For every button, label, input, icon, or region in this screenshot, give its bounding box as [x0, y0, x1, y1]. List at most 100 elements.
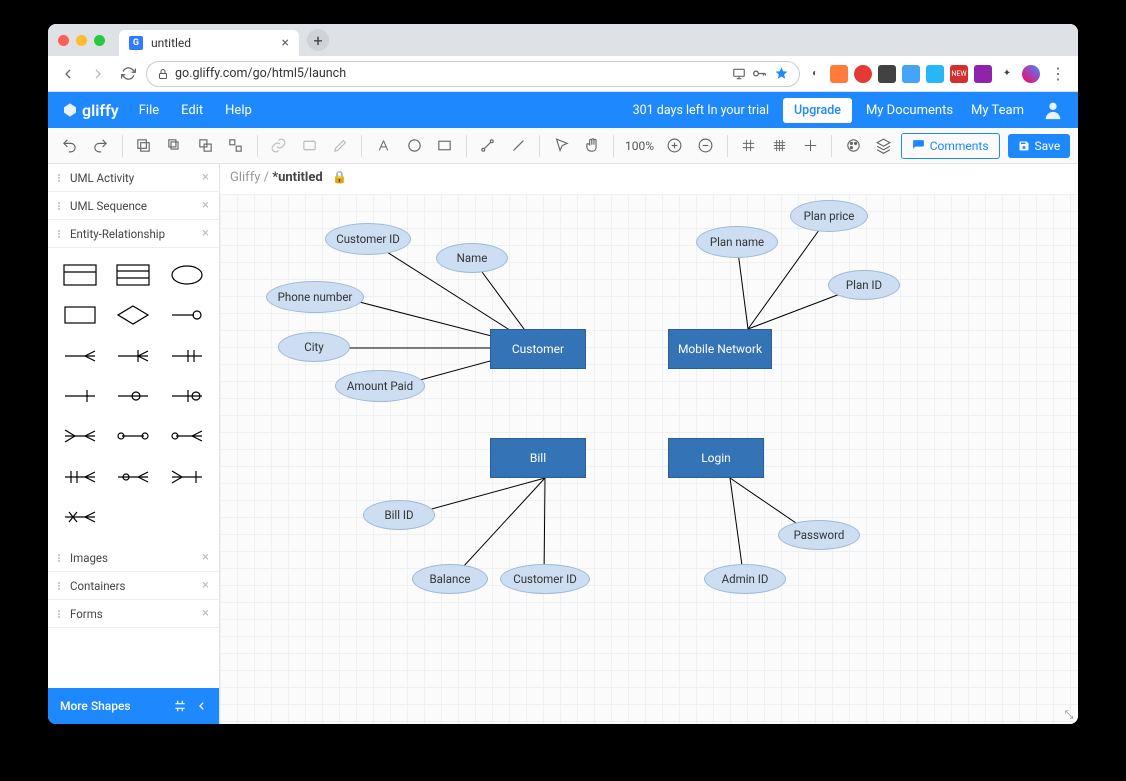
attr-customer-id2[interactable]: Customer ID [500, 564, 590, 594]
attr-plan-id[interactable]: Plan ID [828, 270, 900, 300]
close-icon[interactable]: × [202, 226, 209, 241]
pointer-tool[interactable] [547, 132, 575, 160]
zoom-out-button[interactable] [692, 132, 720, 160]
link-button[interactable] [265, 132, 293, 160]
ext-icon-2[interactable] [854, 65, 872, 83]
tab-close-icon[interactable]: × [282, 35, 289, 51]
sidebar-section-er[interactable]: Entity-Relationship× [48, 220, 219, 248]
sidebar-section-forms[interactable]: Forms× [48, 600, 219, 628]
rect-tool[interactable] [431, 132, 459, 160]
menu-file[interactable]: File [139, 103, 159, 118]
close-icon[interactable]: × [202, 606, 209, 621]
avatar-icon[interactable] [1022, 65, 1040, 83]
attr-amount-paid[interactable]: Amount Paid [335, 370, 425, 402]
entity-login[interactable]: Login [668, 438, 764, 478]
attr-admin-id[interactable]: Admin ID [704, 564, 786, 594]
menu-help[interactable]: Help [225, 103, 252, 118]
shape-dbl-crow[interactable] [54, 419, 106, 453]
shape-circ2[interactable] [161, 379, 213, 413]
close-icon[interactable]: × [202, 550, 209, 565]
sidebar-section-images[interactable]: Images× [48, 544, 219, 572]
gliffy-logo[interactable]: gliffy [62, 101, 119, 120]
puzzle-icon[interactable]: ✦ [998, 65, 1016, 83]
sidebar-section-containers[interactable]: Containers× [48, 572, 219, 600]
maximize-window-icon[interactable] [94, 35, 105, 46]
grid-small-button[interactable] [735, 132, 763, 160]
layers-button[interactable] [870, 132, 898, 160]
star-icon[interactable] [774, 66, 789, 81]
save-button[interactable]: Save [1008, 134, 1071, 158]
zoom-level[interactable]: 100% [621, 139, 658, 153]
forward-button[interactable] [86, 62, 110, 86]
close-window-icon[interactable] [58, 35, 69, 46]
shape-multi2[interactable] [108, 459, 160, 493]
undo-button[interactable] [56, 132, 84, 160]
menu-edit[interactable]: Edit [181, 103, 203, 118]
shape-x-crow[interactable] [54, 500, 106, 534]
reload-button[interactable] [116, 62, 140, 86]
shape-circ-bar[interactable] [108, 379, 160, 413]
attr-name[interactable]: Name [436, 243, 508, 273]
sidebar-section-uml-sequence[interactable]: UML Sequence× [48, 192, 219, 220]
my-team-link[interactable]: My Team [971, 103, 1024, 118]
scroll-corner-icon[interactable]: ⤡ [1062, 708, 1076, 722]
ellipse-tool[interactable] [400, 132, 428, 160]
shape-crow3[interactable] [161, 339, 213, 373]
text-tool[interactable] [369, 132, 397, 160]
attr-plan-price[interactable]: Plan price [790, 200, 868, 232]
back-button-layer[interactable] [191, 132, 219, 160]
user-icon[interactable] [1042, 99, 1064, 121]
copy-button[interactable] [130, 132, 158, 160]
shape-crow1[interactable] [54, 339, 106, 373]
ext-icon-1[interactable] [830, 65, 848, 83]
ext-icon-3[interactable] [878, 65, 896, 83]
shape-multi3[interactable] [161, 459, 213, 493]
canvas-grid[interactable]: Customer Mobile Network Bill Login Custo… [220, 194, 1078, 724]
edit-button[interactable] [327, 132, 355, 160]
attr-balance[interactable]: Balance [412, 564, 488, 594]
ext-new-icon[interactable]: NEW [950, 65, 968, 83]
more-shapes-button[interactable]: More Shapes [48, 688, 219, 724]
key-icon[interactable] [752, 68, 768, 79]
address-bar[interactable]: go.gliffy.com/go/html5/launch [146, 61, 800, 87]
ext-icon-4[interactable] [902, 65, 920, 83]
moon-icon[interactable]: ◐ [806, 65, 824, 83]
close-icon[interactable]: × [202, 198, 209, 213]
close-icon[interactable]: × [202, 578, 209, 593]
new-tab-button[interactable]: + [307, 29, 329, 51]
shape-line-o[interactable] [161, 298, 213, 332]
connector-tool[interactable] [474, 132, 502, 160]
group-button[interactable] [222, 132, 250, 160]
comments-button[interactable]: Comments [901, 133, 1000, 159]
shape-ellipse[interactable] [161, 258, 213, 292]
shape-table[interactable] [54, 258, 106, 292]
grid-large-button[interactable] [765, 132, 793, 160]
zoom-in-button[interactable] [661, 132, 689, 160]
entity-mobile-network[interactable]: Mobile Network [668, 329, 772, 369]
shape-dbl-o[interactable] [108, 419, 160, 453]
minimize-window-icon[interactable] [76, 35, 87, 46]
my-documents-link[interactable]: My Documents [866, 103, 953, 118]
entity-bill[interactable]: Bill [490, 438, 586, 478]
snap-button[interactable] [796, 132, 824, 160]
entity-customer[interactable]: Customer [490, 329, 586, 369]
redo-button[interactable] [87, 132, 115, 160]
line-tool[interactable] [505, 132, 533, 160]
shape-crow2[interactable] [108, 339, 160, 373]
shape-rect[interactable] [54, 298, 106, 332]
popup-button[interactable] [296, 132, 324, 160]
sidebar-section-uml-activity[interactable]: UML Activity× [48, 164, 219, 192]
theme-button[interactable] [839, 132, 867, 160]
shape-diamond[interactable] [108, 298, 160, 332]
canvas[interactable]: Gliffy / *untitled 🔒 [220, 164, 1078, 724]
pan-tool[interactable] [578, 132, 606, 160]
attr-customer-id[interactable]: Customer ID [325, 223, 411, 255]
browser-tab[interactable]: G untitled × [119, 30, 299, 56]
kebab-menu[interactable]: ⋮ [1046, 62, 1070, 86]
lock-icon[interactable]: 🔒 [332, 170, 347, 184]
front-button[interactable] [160, 132, 188, 160]
ext-icon-5[interactable] [926, 65, 944, 83]
shape-bar[interactable] [54, 379, 106, 413]
attr-city[interactable]: City [278, 332, 350, 362]
shape-multi1[interactable] [54, 459, 106, 493]
